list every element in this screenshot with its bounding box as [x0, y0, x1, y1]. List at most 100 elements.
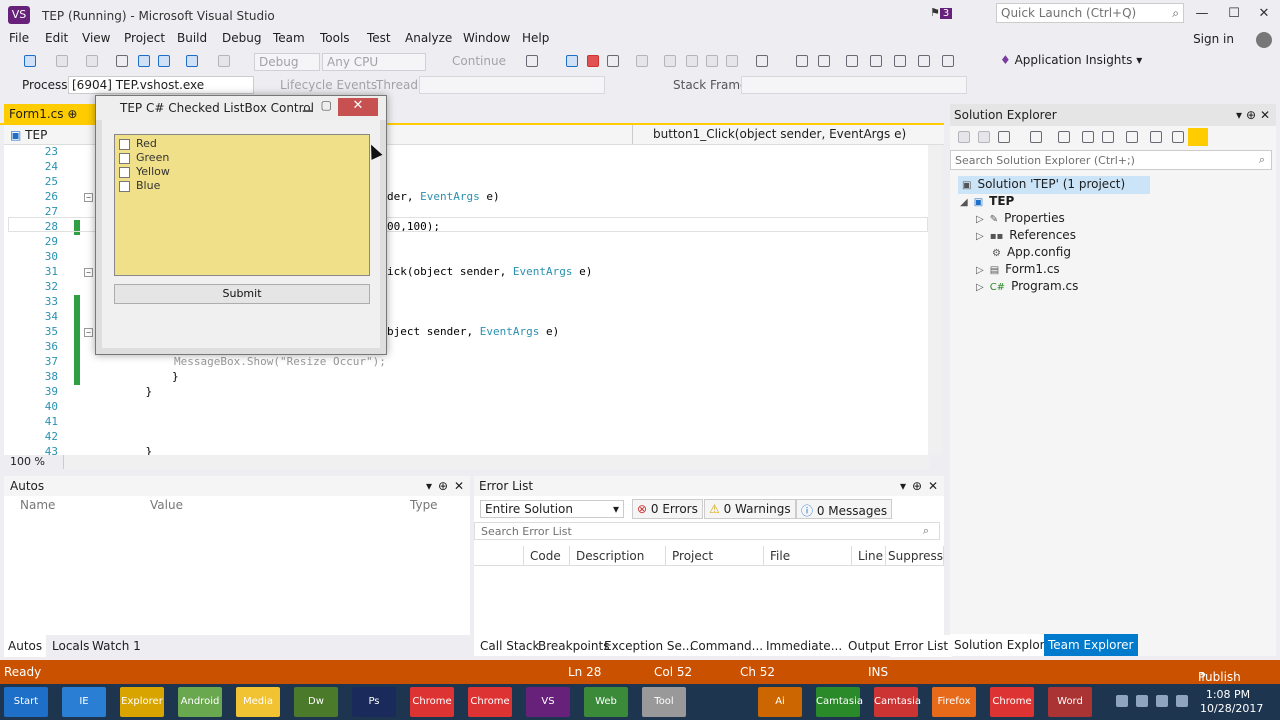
tree-item-references[interactable]: ▷ ▪▪ References — [976, 228, 1076, 242]
code-line[interactable]: bject sender, EventArgs e) — [387, 325, 559, 338]
taskbar-app-word[interactable]: Word — [1048, 687, 1092, 717]
menu-build[interactable]: Build — [177, 31, 207, 45]
forward-icon[interactable] — [978, 131, 990, 143]
new-project-icon[interactable] — [86, 55, 98, 67]
taskbar-app-chrome[interactable]: Chrome — [468, 687, 512, 717]
menu-window[interactable]: Window — [463, 31, 510, 45]
tree-project[interactable]: ◢ ▣ TEP — [960, 194, 1014, 208]
taskbar-app-explorer[interactable]: Explorer — [120, 687, 164, 717]
tree-item-program-cs[interactable]: ▷ C# Program.cs — [976, 279, 1078, 293]
tab-locals[interactable]: Locals — [48, 635, 93, 657]
thread-dropdown[interactable] — [419, 76, 605, 94]
platform-dropdown[interactable]: Any CPU — [322, 53, 426, 71]
pin-icon[interactable]: ⊕ — [1246, 108, 1256, 122]
column-code[interactable]: Code — [524, 546, 570, 566]
taskbar-app-android[interactable]: Android — [178, 687, 222, 717]
taskbar-app-chrome[interactable]: Chrome — [990, 687, 1034, 717]
tray-arrow-icon[interactable] — [1116, 695, 1128, 707]
pin-icon[interactable]: ⊕ — [438, 479, 448, 493]
dropdown-icon[interactable]: ▾ — [426, 479, 432, 493]
view-code-icon[interactable] — [1150, 131, 1162, 143]
error-scope-dropdown[interactable]: Entire Solution ▾ — [480, 500, 624, 518]
tree-item-form1-cs[interactable]: ▷ ▤ Form1.cs — [976, 262, 1060, 276]
pin-icon[interactable]: ⊕ — [912, 479, 922, 493]
menu-analyze[interactable]: Analyze — [405, 31, 452, 45]
tab-command[interactable]: Command... — [686, 635, 767, 657]
taskbar-app-ie[interactable]: IE — [62, 687, 106, 717]
form-close-button[interactable]: ✕ — [338, 98, 378, 116]
tab-watch-1[interactable]: Watch 1 — [88, 635, 145, 657]
diagnostic-icon[interactable] — [756, 55, 768, 67]
step-into-icon[interactable] — [686, 55, 698, 67]
warnings-filter-button[interactable]: ⚠ 0 Warnings — [704, 499, 796, 519]
checkbox-item-yellow[interactable]: Yellow — [119, 165, 170, 178]
bookmark-icon[interactable] — [796, 55, 808, 67]
save-icon[interactable] — [138, 55, 150, 67]
configuration-dropdown[interactable]: Debug — [254, 53, 320, 71]
checkbox[interactable] — [119, 180, 130, 192]
collapse-icon[interactable]: − — [84, 328, 93, 337]
tab-immediate[interactable]: Immediate... — [762, 635, 846, 657]
sign-in-link[interactable]: Sign in — [1193, 32, 1234, 46]
code-line[interactable]: } — [119, 385, 152, 398]
column-file[interactable]: File — [764, 546, 852, 566]
taskbar-app-web[interactable]: Web — [584, 687, 628, 717]
dropdown-icon[interactable]: ▾ — [1236, 108, 1242, 122]
code-line[interactable]: ick(object sender, EventArgs e) — [387, 265, 592, 278]
tab-error-list[interactable]: Error List — [890, 635, 953, 657]
taskbar-app-camtasia[interactable]: Camtasia — [874, 687, 921, 717]
pin-icon[interactable]: ⊕ — [67, 107, 77, 121]
show-next-statement-icon[interactable] — [664, 55, 676, 67]
tray-flag-icon[interactable] — [1176, 695, 1188, 707]
tree-item-properties[interactable]: ▷ ✎ Properties — [976, 211, 1065, 225]
taskbar-app-firefox[interactable]: Firefox — [932, 687, 976, 717]
member-nav-dropdown[interactable]: button1_Click(object sender, EventArgs e… — [632, 125, 942, 144]
stack-frame-dropdown[interactable] — [741, 76, 967, 94]
collapsed-arrow-icon[interactable]: ▷ — [976, 214, 984, 225]
taskbar-app-ps[interactable]: Ps — [352, 687, 396, 717]
checkbox[interactable] — [119, 138, 130, 150]
project-nav-dropdown[interactable]: ▣ TEP — [10, 128, 47, 142]
form-maximize-button[interactable]: ▢ — [321, 98, 332, 112]
menu-help[interactable]: Help — [522, 31, 549, 45]
preview-selected-icon[interactable] — [1188, 128, 1208, 146]
forward-icon[interactable] — [56, 55, 68, 67]
menu-file[interactable]: File — [9, 31, 29, 45]
errors-filter-button[interactable]: ⊗ 0 Errors — [632, 499, 703, 519]
open-file-icon[interactable] — [116, 55, 128, 67]
menu-debug[interactable]: Debug — [222, 31, 261, 45]
hot-reload-icon[interactable] — [636, 55, 648, 67]
expanded-arrow-icon[interactable]: ◢ — [960, 197, 968, 208]
comment-icon[interactable] — [846, 55, 858, 67]
taskbar-app-start[interactable]: Start — [4, 687, 48, 717]
column-value[interactable]: Value — [150, 498, 183, 512]
account-avatar-icon[interactable] — [1256, 32, 1272, 48]
back-icon[interactable] — [958, 131, 970, 143]
collapsed-arrow-icon[interactable]: ▷ — [976, 231, 984, 242]
application-insights-button[interactable]: ♦ Application Insights ▾ — [1000, 53, 1142, 67]
taskbar-app-camtasia[interactable]: Camtasia — [816, 687, 863, 717]
properties-wrench-icon[interactable] — [1172, 131, 1184, 143]
prev-bookmark-icon[interactable] — [918, 55, 930, 67]
code-line[interactable]: MessageBox.Show("Resize Occur"); — [174, 355, 386, 368]
solution-explorer-search-input[interactable]: Search Solution Explorer (Ctrl+;) ⌕ — [950, 150, 1272, 170]
save-all-icon[interactable] — [158, 55, 170, 67]
restart-icon[interactable] — [607, 55, 619, 67]
uncomment-icon[interactable] — [870, 55, 882, 67]
tab-team-explorer[interactable]: Team Explorer — [1044, 634, 1138, 656]
tab-form1-cs[interactable]: Form1.cs ⊕ — [4, 104, 97, 124]
menu-view[interactable]: View — [82, 31, 110, 45]
find-icon[interactable] — [526, 55, 538, 67]
checkbox-item-green[interactable]: Green — [119, 151, 169, 164]
dropdown-icon[interactable]: ▾ — [900, 479, 906, 493]
sync-icon[interactable] — [1058, 131, 1070, 143]
process-dropdown[interactable]: [6904] TEP.vshost.exe — [68, 76, 254, 94]
column-type[interactable]: Type — [410, 498, 438, 512]
history-icon[interactable] — [1030, 131, 1042, 143]
close-icon[interactable]: ✕ — [928, 479, 938, 493]
taskbar-app-tool[interactable]: Tool — [642, 687, 686, 717]
submit-button[interactable]: Submit — [114, 284, 370, 304]
notifications-flag-icon[interactable]: ⚑ 3 — [930, 6, 953, 19]
tree-item-app-config[interactable]: ⚙ App.config — [992, 245, 1071, 259]
code-line[interactable]: } — [119, 370, 179, 383]
